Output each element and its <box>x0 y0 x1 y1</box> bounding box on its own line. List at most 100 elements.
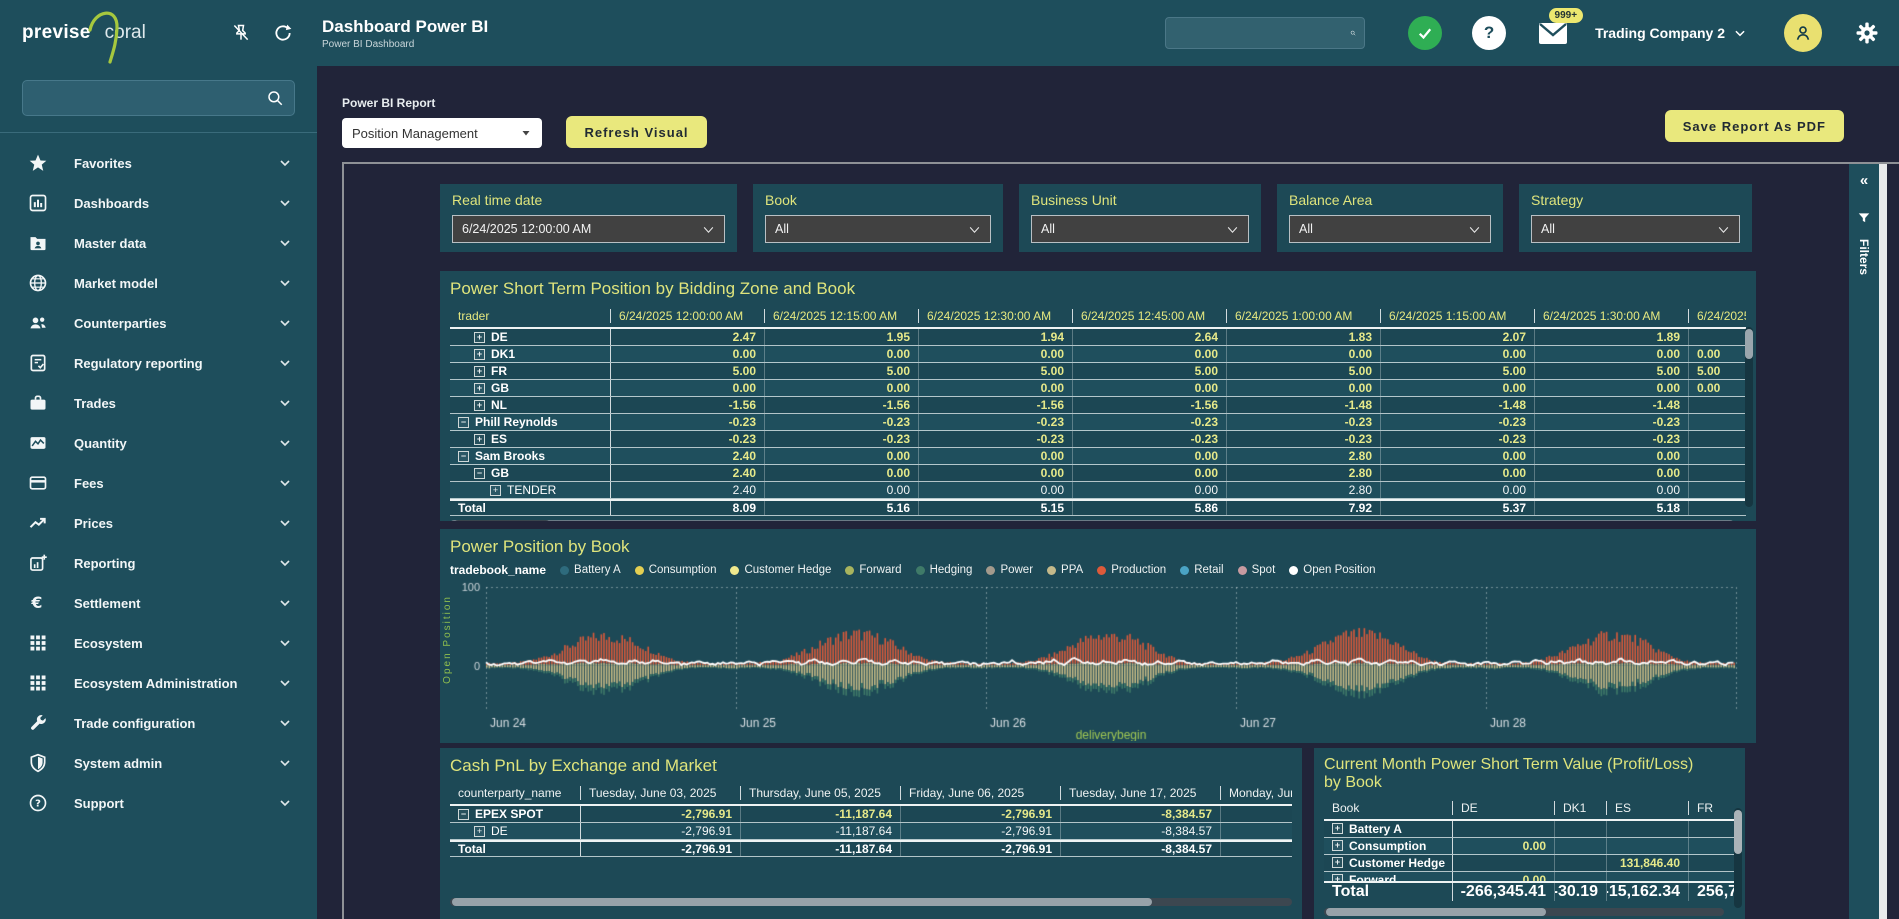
sidebar-item-ecosystem-administration[interactable]: Ecosystem Administration <box>0 663 317 703</box>
column-header[interactable]: counterparty_name <box>450 786 580 800</box>
report-select[interactable]: Position Management <box>342 118 542 148</box>
table-row[interactable]: +DE-2,796.91-11,187.64-2,796.91-8,384.57 <box>450 823 1292 840</box>
table-row[interactable]: Total8.095.165.155.867.925.375.18 <box>450 499 1746 516</box>
position-chart-canvas[interactable] <box>452 581 1744 741</box>
sidebar-item-trades[interactable]: Trades <box>0 383 317 423</box>
expand-icon[interactable]: + <box>474 383 485 394</box>
expand-filters-icon[interactable]: « <box>1860 172 1868 189</box>
table-row[interactable]: +TENDER2.400.000.000.002.800.000.00 <box>450 482 1746 499</box>
sidebar-item-prices[interactable]: Prices <box>0 503 317 543</box>
table-row[interactable]: −Sam Brooks2.400.000.000.002.800.000.00 <box>450 448 1746 465</box>
sidebar-item-favorites[interactable]: Favorites <box>0 143 317 183</box>
column-header[interactable]: Tuesday, June 03, 2025 <box>580 786 740 800</box>
expand-icon[interactable]: + <box>474 434 485 445</box>
legend-item-ppa[interactable]: PPA <box>1047 564 1083 576</box>
legend-item-forward[interactable]: Forward <box>845 564 901 576</box>
column-header[interactable]: 6/24/2025 12:30:00 AM <box>918 309 1072 323</box>
sidebar-item-quantity[interactable]: Quantity <box>0 423 317 463</box>
column-header[interactable]: Thursday, June 05, 2025 <box>740 786 900 800</box>
column-header[interactable]: Monday, June <box>1220 786 1292 800</box>
sidebar-item-regulatory-reporting[interactable]: Regulatory reporting <box>0 343 317 383</box>
column-header[interactable]: FR <box>1688 801 1735 815</box>
search-icon[interactable] <box>1350 24 1356 42</box>
column-header[interactable]: DE <box>1452 801 1554 815</box>
column-header[interactable]: 6/24/2025 1:30:00 AM <box>1534 309 1688 323</box>
slicer-business-unit-dropdown[interactable]: All <box>1031 215 1249 243</box>
expand-icon[interactable]: + <box>1332 840 1343 851</box>
legend-item-power[interactable]: Power <box>986 564 1033 576</box>
topbar-search-input[interactable] <box>1174 26 1350 41</box>
sidebar-item-trade-configuration[interactable]: Trade configuration <box>0 703 317 743</box>
table-row[interactable]: Total-266,345.41-30.19-15,162.34256,7 <box>1324 881 1735 901</box>
table-row[interactable]: Total-2,796.91-11,187.64-2,796.91-8,384.… <box>450 840 1292 857</box>
settings-button[interactable] <box>1835 21 1899 45</box>
legend-item-consumption[interactable]: Consumption <box>635 564 717 576</box>
table-row[interactable]: +FR5.005.005.005.005.005.005.005.00 <box>450 363 1746 380</box>
expand-icon[interactable]: + <box>490 485 501 496</box>
table-row[interactable]: +Forward0.00 <box>1324 872 1735 881</box>
sidebar-item-reporting[interactable]: Reporting <box>0 543 317 583</box>
unpin-sidebar-icon[interactable] <box>229 21 253 45</box>
collapse-icon[interactable]: − <box>458 451 469 462</box>
expand-icon[interactable]: + <box>474 826 485 837</box>
table-row[interactable]: +Customer Hedge131,846.40 <box>1324 855 1735 872</box>
collapse-icon[interactable]: − <box>474 468 485 479</box>
sidebar-item-system-admin[interactable]: System admin <box>0 743 317 783</box>
column-header[interactable]: DK1 <box>1554 801 1606 815</box>
legend-item-customer-hedge[interactable]: Customer Hedge <box>730 564 831 576</box>
legend-item-retail[interactable]: Retail <box>1180 564 1223 576</box>
column-header[interactable]: trader <box>450 309 610 323</box>
legend-item-spot[interactable]: Spot <box>1238 564 1276 576</box>
save-pdf-button[interactable]: Save Report As PDF <box>1665 110 1844 142</box>
system-status-button[interactable] <box>1393 16 1457 50</box>
sidebar-search-input[interactable] <box>33 91 266 106</box>
table-row[interactable]: −Phill Reynolds-0.23-0.23-0.23-0.23-0.23… <box>450 414 1746 431</box>
table-row[interactable]: −GB2.400.000.000.002.800.000.00 <box>450 465 1746 482</box>
cash-pnl-hscrollbar[interactable] <box>450 898 1292 906</box>
table-row[interactable]: +DE2.471.951.942.641.832.071.89 <box>450 329 1746 346</box>
column-header[interactable]: 6/24/2025 1:00:00 AM <box>1226 309 1380 323</box>
legend-item-hedging[interactable]: Hedging <box>916 564 973 576</box>
book-value-vscrollbar[interactable] <box>1734 808 1742 908</box>
expand-icon[interactable]: + <box>474 400 485 411</box>
column-header[interactable]: 6/24/2025 1:15:00 AM <box>1380 309 1534 323</box>
sidebar-item-market-model[interactable]: Market model <box>0 263 317 303</box>
column-header[interactable]: 6/24/2025 12:00:00 AM <box>610 309 764 323</box>
report-scrollbar[interactable] <box>1879 164 1887 919</box>
collapse-icon[interactable]: − <box>458 809 469 820</box>
column-header[interactable]: 6/24/2025 12:45:00 AM <box>1072 309 1226 323</box>
refresh-icon[interactable] <box>271 21 295 45</box>
table-row[interactable]: +GB0.000.000.000.000.000.000.000.00 <box>450 380 1746 397</box>
expand-icon[interactable]: + <box>1332 823 1343 834</box>
sidebar-item-dashboards[interactable]: Dashboards <box>0 183 317 223</box>
company-selector[interactable]: Trading Company 2 <box>1595 25 1747 41</box>
slicer-strategy-dropdown[interactable]: All <box>1531 215 1740 243</box>
search-icon[interactable] <box>266 89 284 107</box>
column-header[interactable]: 6/24/2025 12:15:00 AM <box>764 309 918 323</box>
expand-icon[interactable]: + <box>474 366 485 377</box>
sidebar-item-settlement[interactable]: €Settlement <box>0 583 317 623</box>
sidebar-item-ecosystem[interactable]: Ecosystem <box>0 623 317 663</box>
slicer-balance-area-dropdown[interactable]: All <box>1289 215 1491 243</box>
sidebar-item-counterparties[interactable]: Counterparties <box>0 303 317 343</box>
table-row[interactable]: −EPEX SPOT-2,796.91-11,187.64-2,796.91-8… <box>450 806 1292 823</box>
sidebar-item-master-data[interactable]: Master data <box>0 223 317 263</box>
notifications-button[interactable]: 999+ <box>1521 20 1585 46</box>
position-matrix-vscrollbar[interactable] <box>1745 327 1753 507</box>
table-row[interactable]: +ES-0.23-0.23-0.23-0.23-0.23-0.23-0.23 <box>450 431 1746 448</box>
sidebar-item-fees[interactable]: Fees <box>0 463 317 503</box>
expand-icon[interactable]: + <box>1332 857 1343 868</box>
column-header[interactable]: 6/24/2025 1:45:00 AM <box>1688 309 1746 323</box>
column-header[interactable]: Book <box>1324 801 1452 815</box>
table-row[interactable]: +Consumption0.00 <box>1324 838 1735 855</box>
book-value-hscrollbar[interactable] <box>1324 908 1724 916</box>
refresh-visual-button[interactable]: Refresh Visual <box>566 116 706 148</box>
filter-funnel-icon[interactable] <box>1857 211 1871 225</box>
expand-icon[interactable]: + <box>474 332 485 343</box>
collapse-icon[interactable]: − <box>458 417 469 428</box>
user-menu-button[interactable] <box>1771 14 1835 52</box>
legend-item-battery-a[interactable]: Battery A <box>560 564 621 576</box>
slicer-realtime-date-dropdown[interactable]: 6/24/2025 12:00:00 AM <box>452 215 725 243</box>
slicer-book-dropdown[interactable]: All <box>765 215 991 243</box>
table-row[interactable]: +NL-1.56-1.56-1.56-1.56-1.48-1.48-1.48 <box>450 397 1746 414</box>
